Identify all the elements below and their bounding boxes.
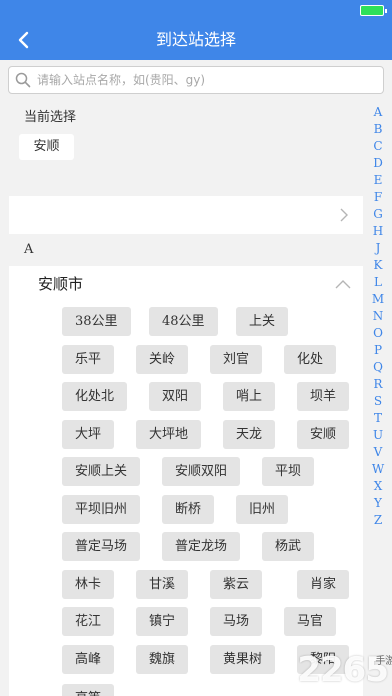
index-letter[interactable]: G	[364, 206, 392, 223]
index-letter[interactable]: P	[364, 342, 392, 359]
station-chip[interactable]: 乐平	[62, 345, 115, 374]
station-chip[interactable]: 花江	[62, 607, 115, 636]
index-letter[interactable]: B	[364, 121, 392, 138]
index-letter[interactable]: H	[364, 223, 392, 240]
station-chip[interactable]: 刘官	[210, 345, 263, 374]
search-bar	[0, 60, 392, 98]
collapsed-row[interactable]	[9, 196, 363, 234]
station-chip[interactable]: 马官	[284, 607, 337, 636]
station-chip[interactable]: 马场	[210, 607, 263, 636]
station-chip[interactable]: 哨上	[223, 382, 276, 411]
chevron-up-icon	[335, 280, 351, 289]
index-letter[interactable]: Y	[364, 495, 392, 512]
index-letter[interactable]: S	[364, 393, 392, 410]
current-selection-label: 当前选择	[24, 110, 77, 125]
station-chip[interactable]: 杨武	[262, 532, 315, 561]
index-letter[interactable]: F	[364, 189, 392, 206]
search-box[interactable]	[8, 66, 384, 94]
city-header[interactable]: 安顺市	[9, 266, 363, 302]
station-chip[interactable]: 魏旗	[136, 645, 189, 674]
index-letter[interactable]: E	[364, 172, 392, 189]
station-chip[interactable]: 48公里	[149, 307, 218, 336]
station-chip[interactable]: 38公里	[62, 307, 131, 336]
index-letter[interactable]: M	[364, 291, 392, 308]
station-chip[interactable]: 甘溪	[136, 570, 189, 599]
station-chip[interactable]: 安顺上关	[62, 457, 141, 486]
station-chip[interactable]: 大坪地	[136, 420, 202, 449]
station-chip[interactable]: 镇宁	[136, 607, 189, 636]
search-icon	[15, 72, 31, 88]
page-title: 到达站选择	[155, 30, 236, 49]
station-grid: 38公里 48公里 上关 乐平 关岭 刘官 化处 化处北 双阳 哨上 坝羊 大坪…	[9, 302, 363, 696]
station-chip[interactable]: 普定龙场	[162, 532, 241, 561]
battery-icon	[360, 5, 387, 16]
station-chip[interactable]: 化处北	[62, 382, 128, 411]
watermark-logo: 2265 手游网	[297, 650, 392, 690]
index-letter[interactable]: X	[364, 478, 392, 495]
index-letter[interactable]: C	[364, 138, 392, 155]
station-chip[interactable]: 安顺双阳	[162, 457, 241, 486]
station-chip[interactable]: 化处	[284, 345, 337, 374]
station-chip[interactable]: 平坝	[262, 457, 315, 486]
index-letter[interactable]: T	[364, 410, 392, 427]
alphabet-index[interactable]: ABCDEFGHJKLMNOPQRSTUVWXYZ	[364, 104, 392, 529]
index-letter[interactable]: U	[364, 427, 392, 444]
group-letter: A	[24, 242, 34, 257]
index-letter[interactable]: L	[364, 274, 392, 291]
station-chip[interactable]: 普定马场	[62, 532, 141, 561]
station-chip[interactable]: 旧州	[236, 495, 289, 524]
index-letter[interactable]: N	[364, 308, 392, 325]
station-chip[interactable]: 天龙	[223, 420, 276, 449]
status-bar	[0, 0, 392, 20]
station-chip[interactable]: 林卡	[62, 570, 115, 599]
index-letter[interactable]: Z	[364, 512, 392, 529]
station-chip[interactable]: 平坝旧州	[62, 495, 141, 524]
station-chip[interactable]: 高峰	[62, 645, 115, 674]
index-letter[interactable]: R	[364, 376, 392, 393]
index-letter[interactable]: K	[364, 257, 392, 274]
watermark-subtext: 手游网	[375, 656, 392, 667]
station-chip[interactable]: 坝羊	[297, 382, 350, 411]
index-letter[interactable]: J	[364, 240, 392, 257]
index-letter[interactable]: A	[364, 104, 392, 121]
station-chip[interactable]: 上关	[236, 307, 289, 336]
index-letter[interactable]: Q	[364, 359, 392, 376]
station-chip[interactable]: 双阳	[149, 382, 202, 411]
station-chip[interactable]: 紫云	[210, 570, 263, 599]
chevron-right-icon	[340, 208, 348, 222]
search-input[interactable]	[37, 67, 377, 93]
station-chip[interactable]: 高等	[62, 684, 115, 696]
station-chip[interactable]: 大坪	[62, 420, 115, 449]
index-letter[interactable]: O	[364, 325, 392, 342]
station-chip[interactable]: 断桥	[162, 495, 215, 524]
index-letter[interactable]: V	[364, 444, 392, 461]
station-chip[interactable]: 肖家	[297, 570, 350, 599]
station-chip[interactable]: 黄果树	[210, 645, 276, 674]
city-name: 安顺市	[38, 275, 84, 293]
station-chip[interactable]: 关岭	[136, 345, 189, 374]
station-list[interactable]: 当前选择 安顺 A 安顺市 38公里 48公里 上关 乐平 关岭 刘官 化处 化…	[0, 98, 364, 696]
index-letter[interactable]: W	[364, 461, 392, 478]
index-letter[interactable]: D	[364, 155, 392, 172]
nav-bar: 到达站选择	[0, 20, 392, 60]
station-chip[interactable]: 安顺	[297, 420, 350, 449]
current-selection-chip[interactable]: 安顺	[19, 134, 74, 160]
